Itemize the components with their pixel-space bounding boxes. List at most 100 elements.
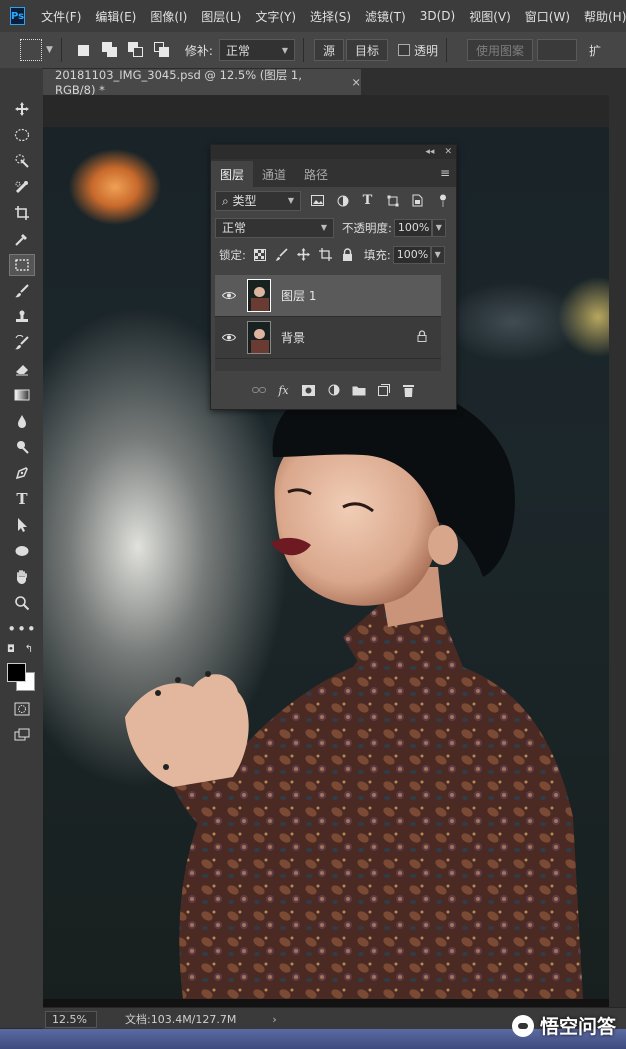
quick-mask-icon[interactable] xyxy=(9,698,35,720)
brush-icon[interactable] xyxy=(9,280,35,302)
panel-menu-icon[interactable]: ≡ xyxy=(440,166,450,180)
pixel-filter-icon[interactable] xyxy=(309,192,326,209)
move-icon[interactable] xyxy=(9,98,35,120)
new-group-icon[interactable] xyxy=(350,381,368,399)
close-panel-icon[interactable]: ✕ xyxy=(444,147,452,157)
adjustment-filter-icon[interactable] xyxy=(334,192,351,209)
close-icon[interactable]: × xyxy=(351,75,361,89)
panel-tabs: 图层 通道 路径 ≡ xyxy=(211,159,456,187)
blend-mode-select[interactable]: 正常 ▼ xyxy=(215,217,334,238)
menu-type[interactable]: 文字(Y) xyxy=(255,8,296,25)
menu-3d[interactable]: 3D(D) xyxy=(420,9,455,23)
eraser-icon[interactable] xyxy=(9,358,35,380)
pen-icon[interactable] xyxy=(9,462,35,484)
lock-artboard-icon[interactable] xyxy=(318,247,334,263)
hand-icon[interactable] xyxy=(9,566,35,588)
canvas-bottom-edge xyxy=(43,999,609,1007)
gradient-icon[interactable] xyxy=(9,384,35,406)
opacity-input[interactable]: 100% xyxy=(393,218,432,237)
zoom-icon[interactable] xyxy=(9,592,35,614)
lock-all-icon[interactable] xyxy=(340,247,356,263)
layer-thumbnail[interactable] xyxy=(247,321,271,354)
fill-label: 填充: xyxy=(363,247,391,262)
chevron-down-icon[interactable]: ▼ xyxy=(46,45,53,55)
menu-image[interactable]: 图像(I) xyxy=(150,8,187,25)
path-selection-icon[interactable] xyxy=(9,514,35,536)
menu-file[interactable]: 文件(F) xyxy=(41,8,81,25)
visibility-eye-icon[interactable] xyxy=(221,291,237,300)
extra-option-label[interactable]: 扩 xyxy=(589,42,601,59)
layer-style-fx-icon[interactable]: fx xyxy=(275,381,293,399)
new-layer-icon[interactable] xyxy=(375,381,393,399)
fill-input[interactable]: 100% xyxy=(392,245,431,264)
clone-stamp-icon[interactable] xyxy=(9,306,35,328)
status-menu-arrow[interactable]: › xyxy=(272,1013,276,1026)
menu-edit[interactable]: 编辑(E) xyxy=(95,8,136,25)
add-mask-icon[interactable] xyxy=(300,381,318,399)
pattern-picker[interactable] xyxy=(537,39,578,61)
zoom-level-input[interactable]: 12.5% xyxy=(45,1010,97,1028)
panel-header[interactable]: ◂◂ ✕ xyxy=(211,145,456,159)
menu-select[interactable]: 选择(S) xyxy=(310,8,351,25)
tab-paths[interactable]: 路径 xyxy=(295,161,337,187)
shape-filter-icon[interactable] xyxy=(384,192,401,209)
lock-image-icon[interactable] xyxy=(274,247,290,263)
source-button[interactable]: 源 xyxy=(313,39,344,61)
smart-object-filter-icon[interactable] xyxy=(409,192,426,209)
fill-slider-icon[interactable]: ▼ xyxy=(430,245,445,264)
subtract-from-selection-icon[interactable] xyxy=(127,42,144,58)
eyedropper-icon[interactable] xyxy=(9,228,35,250)
type-icon[interactable]: T xyxy=(9,488,35,510)
lock-transparent-icon[interactable] xyxy=(252,247,268,263)
crop-icon[interactable] xyxy=(9,202,35,224)
layer-thumbnail[interactable] xyxy=(247,279,271,312)
dodge-icon[interactable] xyxy=(9,436,35,458)
layer-name[interactable]: 背景 xyxy=(281,329,305,346)
patch-mode-select[interactable]: 正常 ▼ xyxy=(218,39,295,61)
use-pattern-button[interactable]: 使用图案 xyxy=(467,39,534,61)
screen-mode-icon[interactable] xyxy=(9,724,35,746)
adjustment-layer-icon[interactable] xyxy=(325,381,343,399)
menu-window[interactable]: 窗口(W) xyxy=(525,8,570,25)
menu-filter[interactable]: 滤镜(T) xyxy=(365,8,406,25)
more-tools-icon[interactable]: ••• xyxy=(7,618,36,640)
ellipse-icon[interactable] xyxy=(9,540,35,562)
transparent-checkbox[interactable] xyxy=(398,44,410,56)
history-brush-icon[interactable] xyxy=(9,332,35,354)
menu-view[interactable]: 视图(V) xyxy=(469,8,511,25)
patch-tool-preset-icon[interactable] xyxy=(20,39,42,61)
layer-lock-icon xyxy=(417,330,427,345)
intersect-selection-icon[interactable] xyxy=(153,42,170,58)
spot-healing-icon[interactable] xyxy=(9,176,35,198)
link-layers-icon[interactable] xyxy=(250,381,268,399)
menu-help[interactable]: 帮助(H) xyxy=(584,8,626,25)
target-button[interactable]: 目标 xyxy=(345,39,388,61)
filter-toggle-icon[interactable] xyxy=(434,192,451,209)
filter-kind-select[interactable]: ⌕ 类型 ▼ xyxy=(215,190,301,211)
blend-row: 正常 ▼ 不透明度: 100% ▼ xyxy=(211,214,456,241)
menu-layer[interactable]: 图层(L) xyxy=(201,8,241,25)
add-to-selection-icon[interactable] xyxy=(101,42,118,58)
layer-name[interactable]: 图层 1 xyxy=(281,287,316,304)
tab-channels[interactable]: 通道 xyxy=(253,161,295,187)
quick-selection-icon[interactable] xyxy=(9,150,35,172)
document-tab[interactable]: 20181103_IMG_3045.psd @ 12.5% (图层 1, RGB… xyxy=(43,68,361,97)
patch-tool-icon[interactable] xyxy=(9,254,35,276)
visibility-eye-icon[interactable] xyxy=(221,333,237,342)
trash-icon[interactable] xyxy=(400,381,418,399)
type-filter-icon[interactable]: T xyxy=(359,192,376,209)
vertical-scrollbar[interactable] xyxy=(609,95,626,1007)
blur-icon[interactable] xyxy=(9,410,35,432)
opacity-slider-icon[interactable]: ▼ xyxy=(431,218,446,237)
patch-label: 修补: xyxy=(184,43,213,58)
elliptical-marquee-icon[interactable] xyxy=(9,124,35,146)
layer-row-layer1[interactable]: 图层 1 xyxy=(215,275,441,317)
lock-position-icon[interactable] xyxy=(296,247,312,263)
default-colors-icon[interactable]: ◘ xyxy=(4,642,18,656)
collapse-panel-icon[interactable]: ◂◂ xyxy=(425,147,434,157)
new-selection-icon[interactable] xyxy=(77,44,89,56)
tab-layers[interactable]: 图层 xyxy=(211,161,254,187)
layer-row-background[interactable]: 背景 xyxy=(215,317,441,359)
swap-colors-icon[interactable]: ↰ xyxy=(22,642,36,656)
foreground-color-swatch[interactable] xyxy=(7,663,26,682)
